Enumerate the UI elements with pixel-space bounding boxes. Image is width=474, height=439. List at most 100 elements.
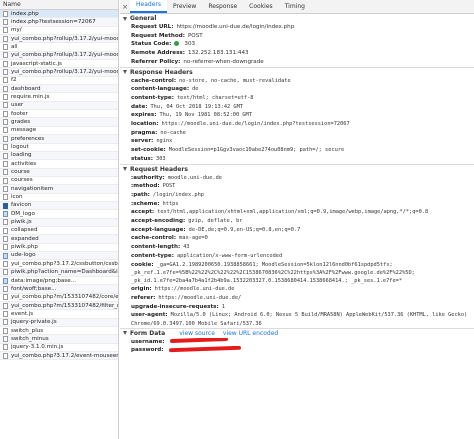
request-row[interactable]: data:image/png;base... <box>0 277 118 286</box>
name-column-header[interactable]: Name <box>0 0 118 10</box>
header-value: https://moodle.uni-due.de <box>154 286 235 293</box>
request-row[interactable]: preferences <box>0 135 118 144</box>
header-key: :method: <box>131 183 160 190</box>
request-row[interactable]: yui_combo.php?rollup/3.17.2/yui-moodl... <box>0 68 118 77</box>
request-row[interactable]: expanded <box>0 235 118 244</box>
request-headers-row-accept-language: accept-language: de-DE,de;q=0.9,en-US;q=0… <box>120 226 474 235</box>
request-row[interactable]: my/ <box>0 27 118 36</box>
request-row[interactable]: yui_combo.php?3.17.2/event-mouseen... <box>0 352 118 361</box>
request-row[interactable]: all <box>0 43 118 52</box>
request-row[interactable]: loading <box>0 151 118 161</box>
request-row[interactable]: yui_combo.php?m/1533107482/core/ev... <box>0 294 118 303</box>
request-row[interactable]: grades <box>0 118 118 127</box>
header-value: https://moodle.uni-due.de/ <box>158 294 242 301</box>
request-headers-row-content-type: content-type: application/x-www-form-urle… <box>120 252 474 261</box>
document-icon <box>3 160 8 167</box>
request-row[interactable]: require.min.js <box>0 93 118 102</box>
request-row[interactable]: courses <box>0 177 118 186</box>
request-row[interactable]: activities <box>0 160 118 169</box>
request-name: ude-logo <box>11 252 36 259</box>
header-key: upgrade-insecure-requests: <box>131 303 219 310</box>
request-name: user <box>11 102 24 109</box>
request-row[interactable]: yui_combo.php?rollup/3.17.2/yui-moodl... <box>0 51 118 61</box>
request-name: jquery-private.js <box>11 319 57 326</box>
request-list-panel: Name index.php index.php?testsession=7206… <box>0 0 119 439</box>
header-key: accept-language: <box>131 226 186 233</box>
tab-cookies[interactable]: Cookies <box>243 1 279 13</box>
request-row[interactable]: index.php <box>0 10 118 19</box>
document-icon <box>3 110 8 117</box>
request-headers-row-cache-control: cache-control: max-age=0 <box>120 234 474 243</box>
header-value: no-store, no-cache, must-revalidate <box>179 77 291 84</box>
request-row[interactable]: piwik.js <box>0 218 118 227</box>
request-row[interactable]: ude-logo <box>0 251 118 261</box>
triangle-down-icon <box>123 167 127 172</box>
request-name: yui_combo.php?rollup/3.17.2/yui-moodl... <box>11 68 118 75</box>
request-row[interactable]: piwik.php <box>0 244 118 252</box>
header-value: no-cache <box>160 129 186 136</box>
request-row[interactable]: favicon <box>0 201 118 211</box>
form-data-title: Form Data <box>130 329 166 337</box>
triangle-down-icon <box>123 16 127 21</box>
document-icon <box>3 269 8 276</box>
request-row[interactable]: yui_combo.php?rollup/3.17.2/yui-moodl... <box>0 35 118 44</box>
request-row[interactable]: yui_combo.php?m/1533107482/filter_m... <box>0 302 118 311</box>
request-row[interactable]: index.php?testsession=72067 <box>0 18 118 27</box>
view-source-link[interactable]: view source <box>179 329 215 338</box>
general-section-header[interactable]: General <box>120 14 474 23</box>
request-name: loading <box>11 152 32 159</box>
request-row[interactable]: jquery-private.js <box>0 318 118 328</box>
request-name: index.php <box>11 10 39 17</box>
request-row[interactable]: switch_plus <box>0 327 118 336</box>
request-name: switch_minus <box>11 335 49 342</box>
general-row-remote-address: Remote Address: 132.252.183.131:443 <box>120 49 474 58</box>
request-row[interactable]: piwik.php?action_name=Dashboard&idsi... <box>0 268 118 277</box>
document-icon <box>3 219 8 226</box>
tab-response[interactable]: Response <box>202 1 243 13</box>
tab-headers[interactable]: Headers <box>130 0 167 13</box>
response-headers-section-header[interactable]: Response Headers <box>120 68 474 77</box>
request-row[interactable]: event.js <box>0 310 118 319</box>
request-name: message <box>11 127 37 134</box>
header-key: date: <box>131 103 148 110</box>
request-row[interactable]: f2 <box>0 77 118 86</box>
request-row[interactable]: footer <box>0 110 118 119</box>
header-key: Request URL: <box>131 24 174 30</box>
header-key: :path: <box>131 191 150 198</box>
request-row[interactable]: font/woff;base... <box>0 285 118 294</box>
request-row[interactable]: navigationitem <box>0 185 118 194</box>
request-row[interactable]: DM_logo <box>0 210 118 219</box>
response-headers-row-date: date: Thu, 04 Oct 2018 19:13:42 GMT <box>120 103 474 112</box>
request-row[interactable]: user <box>0 101 118 111</box>
request-row[interactable]: icon <box>0 194 118 202</box>
close-icon[interactable]: × <box>120 1 130 13</box>
request-row[interactable]: collapsed <box>0 227 118 236</box>
request-row[interactable]: message <box>0 127 118 136</box>
header-value: Thu, 04 Oct 2018 19:13:42 GMT <box>150 103 243 110</box>
form-data-section-header[interactable]: Form Data view source view URL encoded <box>120 329 474 338</box>
request-row[interactable]: yui_combo.php?3.17.2/cssbutton/cssbut... <box>0 260 118 269</box>
request-row[interactable]: javascript-static.js <box>0 60 118 69</box>
request-row[interactable]: course <box>0 168 118 177</box>
header-value: no-referrer-when-downgrade <box>183 58 264 65</box>
request-name: javascript-static.js <box>11 60 62 67</box>
tab-preview[interactable]: Preview <box>167 1 202 13</box>
request-name: activities <box>11 160 37 167</box>
request-row[interactable]: logout <box>0 144 118 152</box>
tab-timing[interactable]: Timing <box>279 1 311 13</box>
header-key: content-length: <box>131 244 181 251</box>
request-name: font/woff;base... <box>11 285 57 292</box>
request-row[interactable]: dashboard <box>0 85 118 94</box>
image-file-icon <box>3 252 8 259</box>
request-headers-section-header[interactable]: Request Headers <box>120 165 474 174</box>
request-name: piwik.php?action_name=Dashboard&idsi... <box>11 269 118 276</box>
response-headers-row-set-cookie: set-cookie: MoodleSession=p1Ggv3vaoc10abe… <box>120 146 474 155</box>
view-url-encoded-link[interactable]: view URL encoded <box>223 329 278 338</box>
request-name: yui_combo.php?rollup/3.17.2/yui-moodl... <box>11 35 118 42</box>
header-value: 303 <box>156 155 166 162</box>
form-data-section: Form Data view source view URL encoded u… <box>120 329 474 355</box>
request-row[interactable]: switch_minus <box>0 335 118 344</box>
request-headers-section: Request Headers :authority: moodle.uni-du… <box>120 165 474 329</box>
request-name: yui_combo.php?3.17.2/event-mouseen... <box>11 352 118 359</box>
request-row[interactable]: jquery-3.1.0.min.js <box>0 344 118 353</box>
